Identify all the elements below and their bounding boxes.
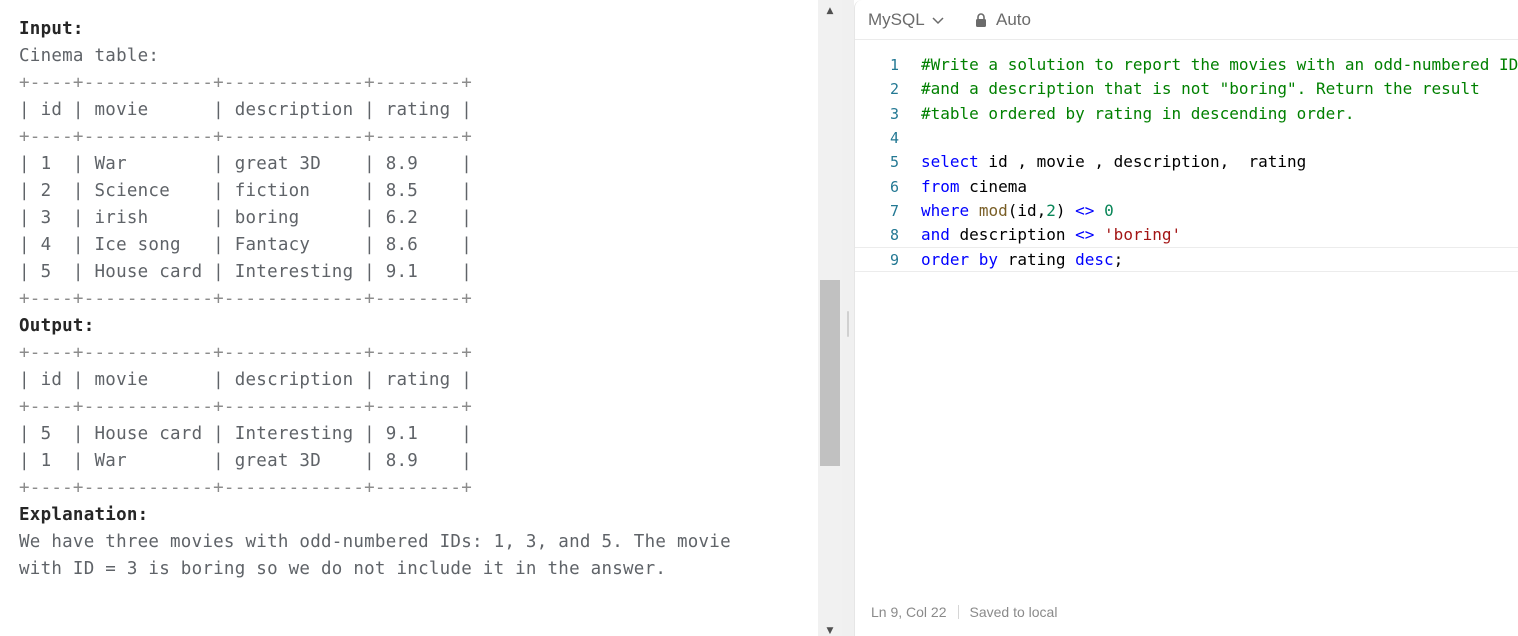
language-label: MySQL bbox=[868, 10, 925, 29]
splitter-grip[interactable] bbox=[847, 311, 849, 337]
code-token: ; bbox=[1113, 250, 1124, 270]
description-line: | 1 | War | great 3D | 8.9 | bbox=[19, 451, 473, 471]
panel-splitter[interactable] bbox=[842, 0, 854, 636]
code-token: rating bbox=[998, 250, 1076, 270]
section-heading: Input: bbox=[19, 19, 84, 39]
code-token: mod bbox=[978, 200, 1008, 220]
code-token: 2 bbox=[1046, 200, 1056, 220]
code-token: <> bbox=[1075, 225, 1095, 245]
table-border-line: +----+------------+-------------+-------… bbox=[19, 343, 473, 363]
description-line: | 2 | Science | fiction | 8.5 | bbox=[19, 181, 473, 201]
save-status: Saved to local bbox=[969, 604, 1058, 620]
code-token: ) bbox=[1055, 200, 1076, 220]
code-line[interactable]: 7 where mod(id,2) <> 0 bbox=[855, 199, 1518, 223]
code-token: from bbox=[921, 176, 960, 196]
editor-toolbar: MySQL Auto bbox=[855, 0, 1518, 40]
editor-status-bar: Ln 9, Col 22 Saved to local bbox=[855, 600, 1518, 624]
code-token: (id, bbox=[1007, 200, 1047, 220]
table-border-line: +----+------------+-------------+-------… bbox=[19, 127, 473, 147]
lock-icon bbox=[976, 13, 986, 27]
code-token: 0 bbox=[1104, 200, 1114, 220]
code-token: and bbox=[921, 225, 950, 245]
section-heading: Output: bbox=[19, 316, 95, 336]
code-line[interactable]: 5 select id , movie , description, rating bbox=[855, 150, 1518, 174]
language-select[interactable]: MySQL bbox=[868, 8, 945, 32]
line-number: 8 bbox=[889, 226, 899, 245]
code-text: order by rating desc; bbox=[921, 248, 1123, 272]
description-line: | id | movie | description | rating | bbox=[19, 370, 473, 390]
code-token: id , movie , description, rating bbox=[978, 152, 1307, 172]
code-line[interactable]: 1 #Write a solution to report the movies … bbox=[855, 53, 1518, 77]
table-border-line: +----+------------+-------------+-------… bbox=[19, 478, 473, 498]
code-line[interactable]: 4 bbox=[855, 126, 1518, 150]
table-border-line: +----+------------+-------------+-------… bbox=[19, 73, 473, 93]
chevron-down-icon bbox=[932, 17, 944, 25]
line-number: 3 bbox=[889, 104, 899, 123]
description-line: | 1 | War | great 3D | 8.9 | bbox=[19, 154, 473, 174]
line-number: 9 bbox=[889, 251, 899, 270]
section-heading: Explanation: bbox=[19, 505, 149, 525]
code-line[interactable]: 9 order by rating desc; bbox=[855, 247, 1518, 272]
code-line[interactable]: 3 #table ordered by rating in descending … bbox=[855, 102, 1518, 126]
description-line: | 5 | House card | Interesting | 9.1 | bbox=[19, 262, 473, 282]
auto-mode-toggle[interactable]: Auto bbox=[974, 8, 1031, 32]
line-number: 7 bbox=[889, 201, 899, 220]
triangle-up-icon: ▲ bbox=[826, 6, 834, 16]
description-scrollbar[interactable]: ▲ ▼ bbox=[818, 0, 842, 636]
description-line: with ID = 3 is boring so we do not inclu… bbox=[19, 559, 667, 579]
code-text: and description <> 'boring' bbox=[921, 223, 1181, 247]
scrollbar-thumb[interactable] bbox=[820, 280, 840, 466]
code-token: 'boring' bbox=[1104, 225, 1182, 245]
code-token: #table ordered by rating in descending o… bbox=[921, 103, 1355, 123]
code-line[interactable]: 6 from cinema bbox=[855, 175, 1518, 199]
auto-mode-label: Auto bbox=[996, 10, 1031, 29]
code-token: desc bbox=[1075, 250, 1114, 270]
table-border-line: +----+------------+-------------+-------… bbox=[19, 289, 473, 309]
code-text: #Write a solution to report the movies w… bbox=[921, 53, 1518, 77]
code-line[interactable]: 8 and description <> 'boring' bbox=[855, 223, 1518, 247]
description-line: | 3 | irish | boring | 6.2 | bbox=[19, 208, 473, 228]
description-line: We have three movies with odd-numbered I… bbox=[19, 532, 731, 552]
line-number: 6 bbox=[889, 177, 899, 196]
line-number: 5 bbox=[889, 153, 899, 172]
description-line: | 4 | Ice song | Fantacy | 8.6 | bbox=[19, 235, 473, 255]
line-number: 2 bbox=[889, 80, 899, 99]
code-line[interactable]: 2 #and a description that is not "boring"… bbox=[855, 77, 1518, 101]
code-token: where bbox=[921, 200, 970, 220]
description-line: | 5 | House card | Interesting | 9.1 | bbox=[19, 424, 473, 444]
description-line: | id | movie | description | rating | bbox=[19, 100, 473, 120]
code-token: #Write a solution to report the movies w… bbox=[921, 55, 1518, 74]
description-panel: Input: Cinema table: +----+------------+--… bbox=[0, 0, 818, 636]
code-text: #and a description that is not "boring".… bbox=[921, 77, 1480, 101]
code-token: order by bbox=[921, 250, 999, 270]
line-number: 1 bbox=[889, 56, 899, 74]
line-number: 4 bbox=[889, 128, 899, 147]
triangle-down-icon: ▼ bbox=[826, 626, 834, 636]
scroll-down-button[interactable]: ▼ bbox=[818, 626, 842, 636]
code-token: cinema bbox=[959, 176, 1027, 196]
status-divider bbox=[957, 605, 959, 619]
code-editor-panel: MySQL Auto 1 #Write a solution to report … bbox=[854, 0, 1518, 636]
code-token: #and a description that is not "boring".… bbox=[921, 79, 1480, 99]
description-content: Input: Cinema table: +----+------------+--… bbox=[19, 16, 731, 583]
code-text: #table ordered by rating in descending o… bbox=[921, 102, 1354, 126]
cursor-position: Ln 9, Col 22 bbox=[871, 604, 947, 620]
code-editor[interactable]: 1 #Write a solution to report the movies … bbox=[855, 40, 1518, 590]
code-token: description bbox=[949, 225, 1076, 245]
code-text: from cinema bbox=[921, 175, 1027, 199]
code-token: select bbox=[921, 152, 979, 172]
code-text: select id , movie , description, rating bbox=[921, 150, 1306, 174]
description-line: Cinema table: bbox=[19, 46, 160, 66]
scroll-up-button[interactable]: ▲ bbox=[818, 0, 842, 22]
table-border-line: +----+------------+-------------+-------… bbox=[19, 397, 473, 417]
code-text: where mod(id,2) <> 0 bbox=[921, 199, 1114, 223]
code-token: <> bbox=[1075, 200, 1095, 220]
